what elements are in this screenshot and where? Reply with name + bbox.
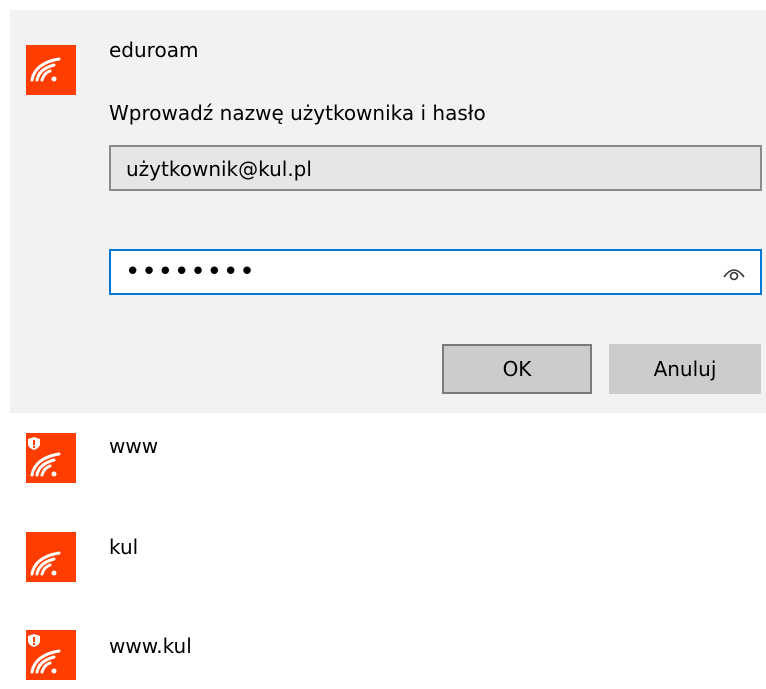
network-name-kul: kul [109, 535, 139, 559]
network-name-eduroam: eduroam [109, 38, 199, 62]
eye-icon[interactable] [722, 261, 746, 288]
network-name-www: www [109, 434, 159, 458]
wifi-icon [26, 532, 76, 582]
cancel-button[interactable]: Anuluj [609, 344, 761, 394]
credentials-prompt: Wprowadź nazwę użytkownika i hasło [109, 101, 486, 125]
wifi-icon [26, 45, 76, 95]
wifi-shield-icon [26, 630, 76, 680]
wifi-shield-icon [26, 433, 76, 483]
username-input[interactable]: użytkownik@kul.pl [109, 145, 762, 191]
ok-button[interactable]: OK [442, 344, 592, 394]
username-value: użytkownik@kul.pl [126, 157, 312, 181]
password-input[interactable]: •••••••• [109, 249, 762, 295]
password-masked-value: •••••••• [125, 257, 256, 287]
network-name-www-kul: www.kul [109, 634, 192, 658]
